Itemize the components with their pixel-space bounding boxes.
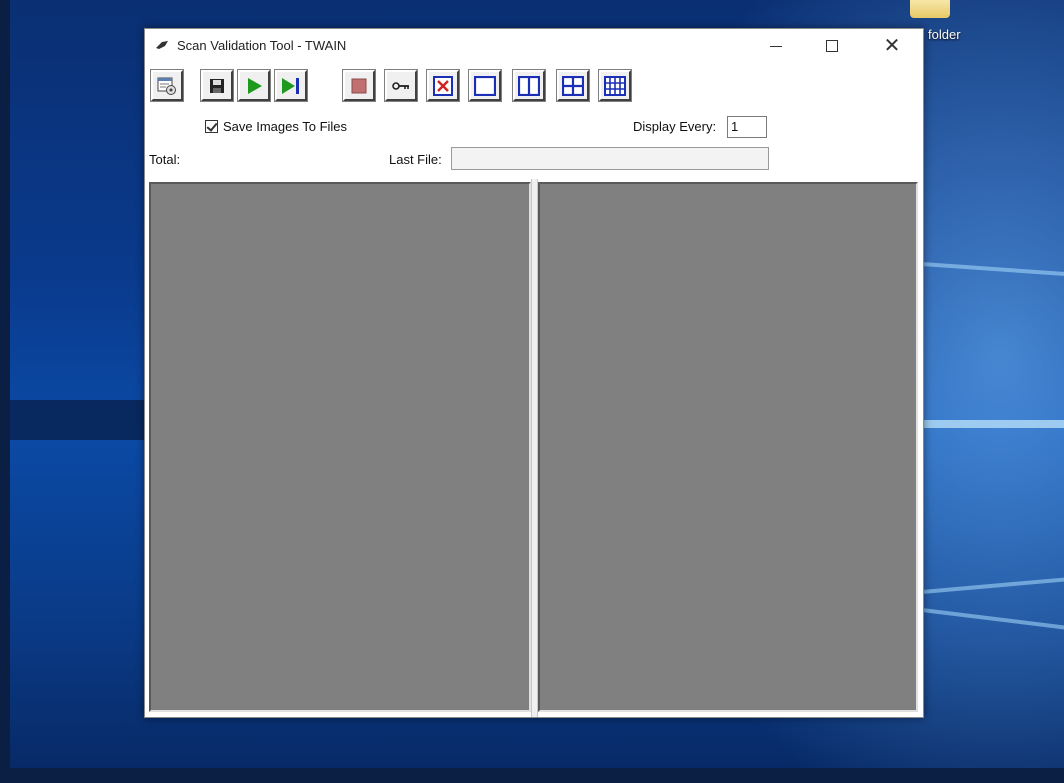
display-every-label: Display Every: — [633, 119, 717, 134]
quad-view-icon — [562, 75, 584, 96]
start-scan-button[interactable] — [237, 69, 271, 102]
desktop-folder-label[interactable]: folder — [928, 27, 961, 42]
save-icon — [210, 78, 224, 93]
desktop-edge — [0, 0, 10, 783]
desktop-light-band — [10, 400, 150, 440]
close-icon: ✕ — [883, 35, 901, 57]
multi-view-button[interactable] — [598, 69, 632, 102]
minimize-icon — [770, 45, 782, 47]
settings-icon — [157, 77, 176, 95]
desktop-bottom-edge — [0, 768, 1064, 783]
right-image-pane[interactable] — [538, 182, 918, 712]
scan-validation-window: Scan Validation Tool - TWAIN ✕ Save Imag… — [144, 28, 924, 718]
key-icon — [392, 81, 409, 90]
dual-view-button[interactable] — [512, 69, 546, 102]
no-display-button[interactable] — [426, 69, 460, 102]
close-button[interactable]: ✕ — [869, 29, 915, 63]
maximize-icon — [826, 40, 838, 52]
no-display-icon — [433, 75, 453, 96]
maximize-button[interactable] — [809, 29, 855, 63]
single-view-icon — [474, 75, 496, 96]
dual-view-icon — [518, 75, 540, 96]
image-panes — [145, 179, 923, 717]
multi-view-icon — [604, 75, 626, 96]
quad-view-button[interactable] — [556, 69, 590, 102]
display-every-input[interactable]: 1 — [727, 116, 767, 138]
stop-button[interactable] — [342, 69, 376, 102]
save-images-label[interactable]: Save Images To Files — [223, 119, 347, 134]
wallpaper-beam — [921, 608, 1064, 632]
window-title: Scan Validation Tool - TWAIN — [177, 38, 347, 53]
single-view-button[interactable] — [468, 69, 502, 102]
left-image-pane[interactable] — [149, 182, 531, 712]
last-file-label: Last File: — [389, 152, 442, 167]
save-images-checkbox[interactable] — [205, 120, 218, 133]
start-scan-icon — [248, 77, 262, 94]
wallpaper-beam — [921, 576, 1064, 594]
title-bar[interactable]: Scan Validation Tool - TWAIN ✕ — [145, 29, 923, 63]
wallpaper-beam — [921, 262, 1064, 278]
stop-icon — [351, 78, 367, 93]
total-label: Total: — [149, 152, 181, 167]
pane-splitter[interactable] — [531, 179, 538, 717]
desktop-folder-icon[interactable] — [910, 0, 950, 18]
wallpaper-beam — [922, 420, 1064, 428]
scan-one-page-icon — [282, 77, 299, 94]
key-button[interactable] — [384, 69, 418, 102]
scan-one-page-button[interactable] — [274, 69, 308, 102]
last-file-field[interactable] — [451, 147, 769, 170]
app-icon — [156, 41, 168, 49]
settings-button[interactable] — [150, 69, 184, 102]
minimize-button[interactable] — [753, 29, 799, 63]
save-button[interactable] — [200, 69, 234, 102]
